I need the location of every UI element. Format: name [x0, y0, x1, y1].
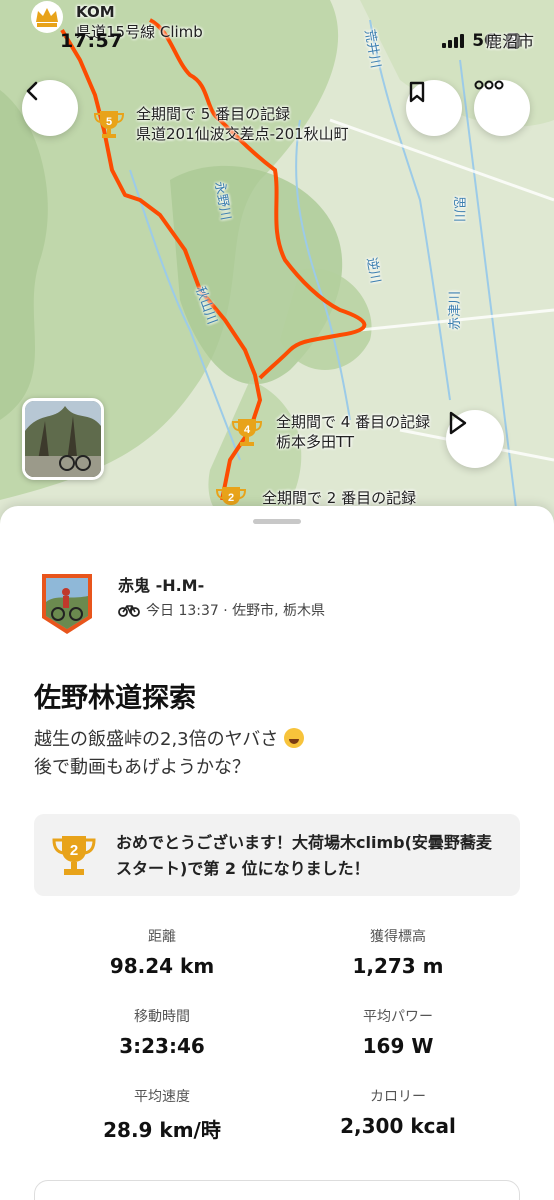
- stat-distance: 距離 98.24 km: [62, 926, 262, 978]
- pin5-line1: 全期間で 5 番目の記録: [136, 105, 291, 123]
- pin4-line1: 全期間で 4 番目の記録: [276, 413, 431, 431]
- river-label-omoi: 思川: [451, 196, 466, 223]
- stat-value: 3:23:46: [119, 1034, 205, 1058]
- pin2-line1: 全期間で 2 番目の記録: [262, 489, 417, 507]
- description-line-1: 越生の飯盛峠の2,3倍のヤバさ: [34, 729, 279, 750]
- achievement-text: おめでとうございます！大荷場木climb(安曇野蕎麦スタート)で第 2 位になり…: [116, 833, 492, 878]
- trophy-icon: 2: [50, 832, 98, 878]
- play-flyby-button[interactable]: [446, 410, 504, 468]
- trophy-rank-5: 5: [106, 116, 112, 128]
- back-button[interactable]: [22, 80, 78, 136]
- signal-icon: [442, 34, 465, 48]
- route-map[interactable]: KOM 県道15号線 Climb 17:57 5G 3 鹿沼市 5 全期間で 5…: [0, 0, 554, 540]
- stat-value: 2,300 kcal: [340, 1114, 456, 1138]
- activity-detail-sheet[interactable]: 赤鬼 -H.M- 今日 13:37 · 佐野市, 栃木県 佐野林道探索 越生の飯…: [0, 506, 554, 1200]
- trophy-rank-4: 4: [244, 424, 251, 436]
- kom-label: KOM: [76, 3, 115, 21]
- description-line-2: 後で動画もあげようかな？: [34, 757, 250, 778]
- trophy-icon[interactable]: 4: [230, 414, 264, 448]
- status-time: 17:57: [60, 30, 123, 52]
- more-icon: [474, 80, 504, 90]
- stat-value: 28.9 km/時: [103, 1118, 221, 1142]
- stat-elevation: 獲得標高 1,273 m: [298, 926, 498, 978]
- stat-avg-speed: 平均速度 28.9 km/時: [62, 1086, 262, 1143]
- stat-label: 平均パワー: [363, 1009, 433, 1025]
- sheet-grabber[interactable]: [253, 519, 301, 524]
- crown-icon[interactable]: [30, 0, 64, 34]
- activity-description: 越生の飯盛峠の2,3倍のヤバさ 後で動画もあげようかな？: [34, 726, 304, 782]
- river-label-akatsu: 赤津川: [448, 290, 463, 330]
- achievement-rank: 2: [70, 842, 78, 859]
- stat-label: 平均速度: [134, 1089, 190, 1105]
- trophy-icon[interactable]: 5: [92, 106, 126, 140]
- stat-label: 距離: [148, 929, 176, 945]
- activity-meta: 今日 13:37 · 佐野市, 栃木県: [118, 600, 325, 620]
- activity-meta-text: 今日 13:37 · 佐野市, 栃木県: [146, 603, 326, 619]
- stat-label: 移動時間: [134, 1009, 190, 1025]
- stat-value: 169 W: [362, 1034, 434, 1058]
- more-button[interactable]: [474, 80, 530, 136]
- avatar[interactable]: [38, 572, 96, 636]
- achievement-card[interactable]: 2 おめでとうございます！大荷場木climb(安曇野蕎麦スタート)で第 2 位に…: [34, 814, 520, 896]
- stat-avg-power: 平均パワー 169 W: [298, 1006, 498, 1058]
- trophy-rank-2: 2: [228, 492, 234, 504]
- bike-icon: [118, 605, 140, 617]
- pin5-line2: 県道201仙波交差点-201秋山町: [136, 125, 349, 143]
- stat-label: 獲得標高: [370, 929, 426, 945]
- stat-value: 98.24 km: [109, 954, 215, 978]
- activity-title: 佐野林道探索: [34, 683, 196, 714]
- city-label-top: 鹿沼市: [486, 32, 535, 51]
- pin4-line2: 栃本多田TT: [276, 433, 355, 451]
- bookmark-button[interactable]: [406, 80, 462, 136]
- stat-moving-time: 移動時間 3:23:46: [62, 1006, 262, 1058]
- athlete-name[interactable]: 赤鬼 -H.M-: [118, 572, 204, 596]
- stat-label: カロリー: [370, 1089, 426, 1105]
- stat-calories: カロリー 2,300 kcal: [298, 1086, 498, 1138]
- stat-value: 1,273 m: [352, 954, 444, 978]
- river-label-sakai: 逆川: [363, 256, 383, 285]
- next-section-card[interactable]: [34, 1180, 520, 1200]
- play-icon: [449, 411, 467, 435]
- laughing-emoji-icon: [284, 728, 304, 748]
- activity-photo-thumbnail[interactable]: [22, 398, 104, 480]
- bookmark-icon: [409, 81, 425, 103]
- back-icon: [26, 81, 38, 101]
